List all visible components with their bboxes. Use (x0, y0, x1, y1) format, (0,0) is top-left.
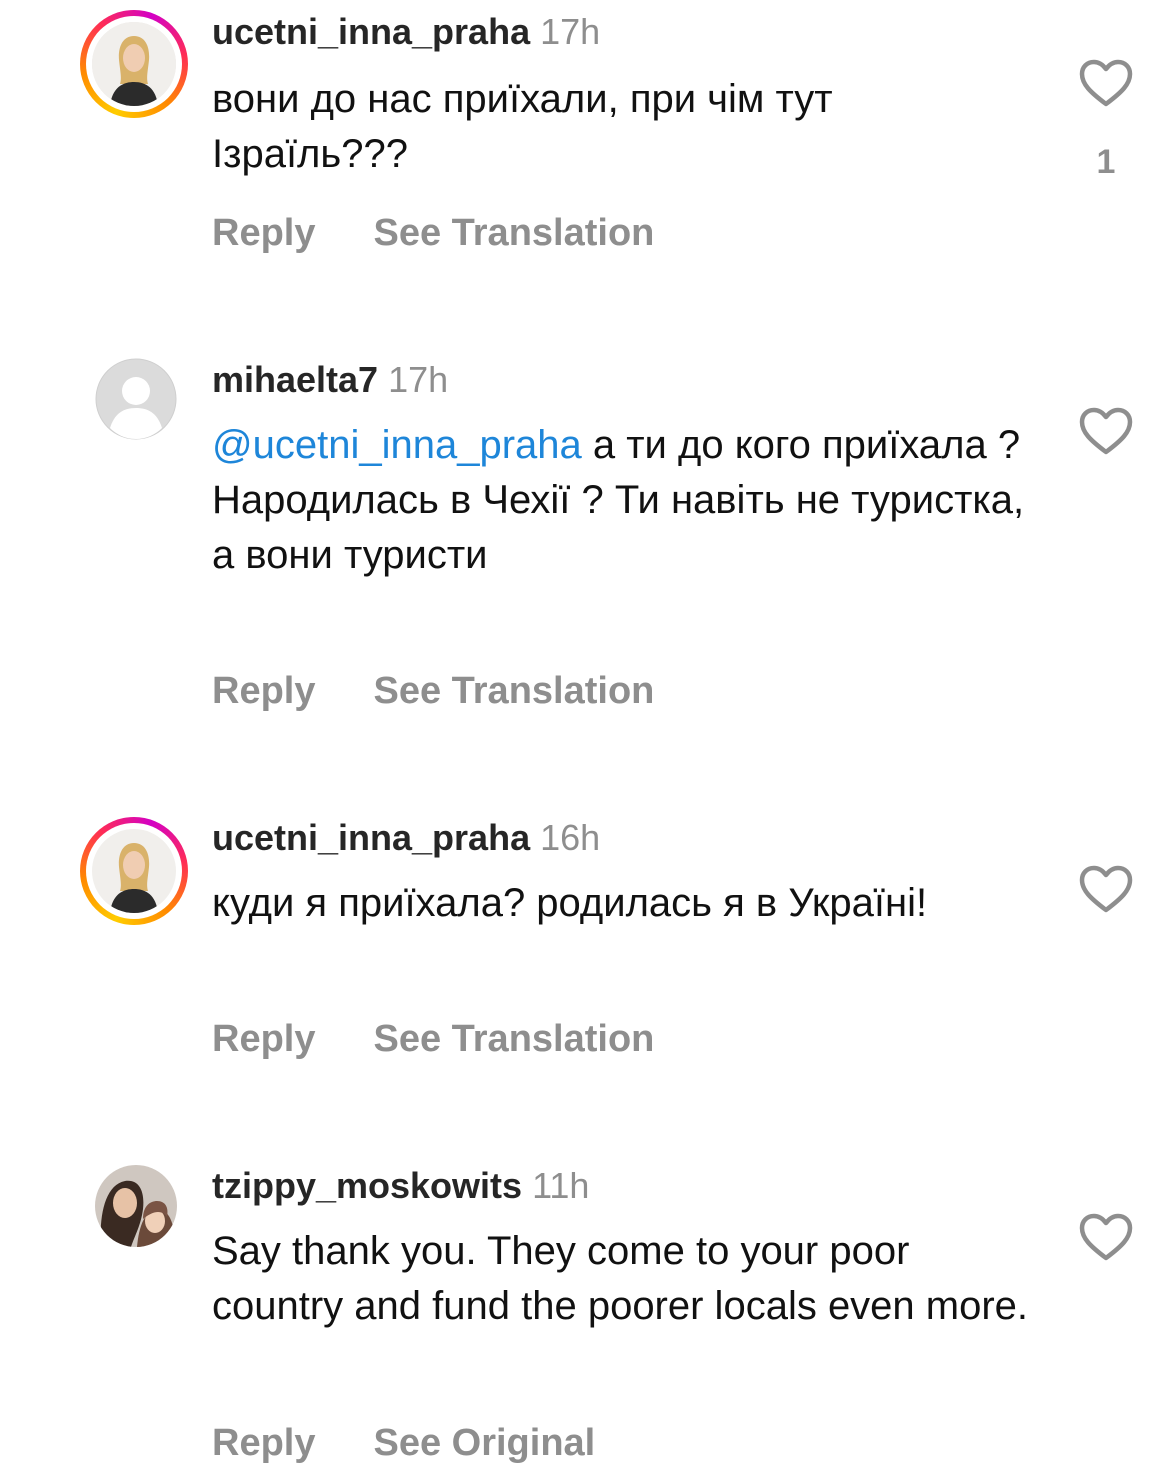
profile-photo-icon (95, 1165, 177, 1247)
see-translation-button[interactable]: See Translation (373, 212, 654, 254)
avatar[interactable] (95, 358, 177, 440)
default-avatar-icon (95, 358, 177, 440)
comment-actions: Reply See Original (212, 1422, 595, 1465)
comment-text: вони до нас приїхали, при чім тут Ізраїл… (212, 77, 833, 176)
timestamp: 17h (388, 359, 449, 400)
timestamp: 16h (540, 817, 601, 858)
see-original-button[interactable]: See Original (373, 1422, 595, 1464)
username[interactable]: ucetni_inna_praha (212, 11, 530, 52)
like-count: 1 (1096, 143, 1116, 181)
reply-button[interactable]: Reply (212, 212, 315, 254)
username-line: mihaelta7 17h (212, 360, 448, 400)
reply-button[interactable]: Reply (212, 1422, 315, 1464)
comment-text: Say thank you. They come to your poor co… (212, 1229, 1029, 1328)
comment-actions: Reply See Translation (212, 670, 654, 713)
reply-button[interactable]: Reply (212, 670, 315, 712)
username-line: ucetni_inna_praha 16h (212, 818, 600, 858)
username-line: ucetni_inna_praha 17h (212, 12, 600, 52)
see-translation-button[interactable]: See Translation (373, 670, 654, 712)
heart-icon[interactable] (1078, 1212, 1134, 1262)
comment-actions: Reply See Translation (212, 1018, 654, 1061)
timestamp: 11h (532, 1165, 590, 1206)
avatar-story-ring[interactable] (80, 817, 188, 925)
profile-photo-icon (92, 829, 176, 913)
heart-icon[interactable] (1078, 58, 1134, 108)
timestamp: 17h (540, 11, 601, 52)
avatar[interactable] (95, 1165, 177, 1247)
reply-button[interactable]: Reply (212, 1018, 315, 1060)
see-translation-button[interactable]: See Translation (373, 1018, 654, 1060)
username-line: tzippy_moskowits 11h (212, 1166, 589, 1206)
comment-actions: Reply See Translation (212, 212, 654, 255)
username[interactable]: mihaelta7 (212, 359, 378, 400)
heart-icon[interactable] (1078, 864, 1134, 914)
comment-text: куди я приїхала? родилась я в Україні! (212, 881, 928, 925)
heart-icon[interactable] (1078, 406, 1134, 456)
profile-photo-icon (92, 22, 176, 106)
user-mention-link[interactable]: @ucetni_inna_praha (212, 423, 582, 467)
avatar-story-ring[interactable] (80, 10, 188, 118)
comment-text: @ucetni_inna_praha а ти до кого приїхала… (212, 418, 1032, 583)
username[interactable]: tzippy_moskowits (212, 1165, 522, 1206)
username[interactable]: ucetni_inna_praha (212, 817, 530, 858)
